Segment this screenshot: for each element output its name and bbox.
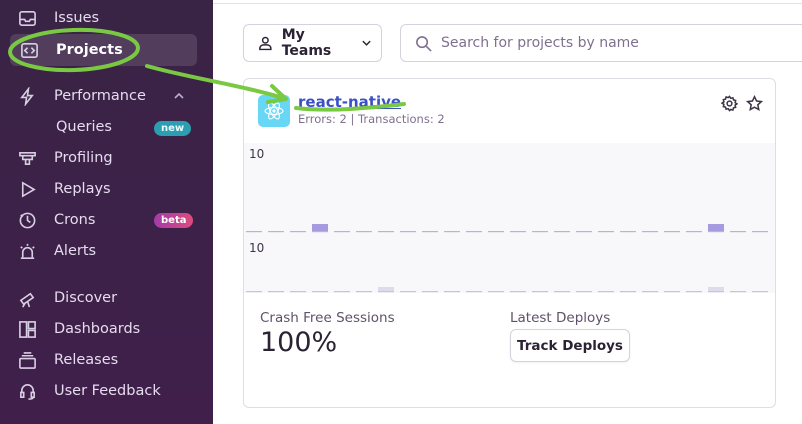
inbox-icon — [16, 7, 38, 29]
chart-baseline-segment — [598, 291, 614, 293]
siren-icon — [16, 240, 38, 262]
chart-baseline-segment — [642, 291, 658, 293]
sidebar-item-label: Releases — [54, 352, 119, 368]
errors-chart — [246, 224, 768, 233]
sidebar-item-label: User Feedback — [54, 383, 161, 399]
chevron-up-icon[interactable] — [172, 89, 186, 103]
sidebar-item-alerts[interactable]: Alerts — [16, 237, 96, 265]
gear-icon[interactable] — [721, 95, 738, 112]
track-deploys-button[interactable]: Track Deploys — [510, 329, 630, 362]
chart-baseline-segment — [664, 291, 680, 293]
clock-icon — [16, 209, 38, 231]
chart-baseline-segment — [532, 291, 548, 293]
chart-baseline-segment — [444, 291, 460, 293]
chart-bar — [708, 224, 724, 231]
project-card: react-native Errors: 2 | Transactions: 2… — [243, 78, 776, 408]
chart-baseline-segment — [554, 291, 570, 293]
crash-free-sessions-label: Crash Free Sessions — [260, 310, 395, 326]
chart-bar — [312, 224, 328, 231]
chart-baseline-segment — [510, 291, 526, 293]
stack-icon — [16, 349, 38, 371]
lightning-icon — [16, 85, 38, 107]
header-divider — [213, 0, 802, 4]
beta-badge: beta — [154, 213, 194, 228]
code-brackets-icon — [18, 39, 40, 61]
my-teams-label: My Teams — [281, 27, 332, 59]
sidebar: Issues Projects Performance Queries new … — [0, 0, 213, 424]
user-icon — [259, 36, 272, 51]
chart-baseline-segment — [466, 291, 482, 293]
project-stats: Errors: 2 | Transactions: 2 — [298, 112, 445, 126]
chart-baseline-segment — [422, 291, 438, 293]
chart-baseline-segment — [268, 291, 284, 293]
profiling-icon — [16, 147, 38, 169]
latest-deploys-label: Latest Deploys — [510, 310, 611, 326]
sidebar-item-label: Crons — [54, 212, 96, 228]
sidebar-item-performance[interactable]: Performance — [16, 82, 146, 110]
project-name-link[interactable]: react-native — [298, 93, 401, 111]
chart-baseline-segment — [246, 291, 262, 293]
react-logo-icon — [258, 95, 290, 127]
sidebar-item-label: Dashboards — [54, 321, 141, 337]
chart-baseline-segment — [708, 291, 724, 293]
chart-baseline-segment — [356, 291, 372, 293]
project-charts: 10 10 — [244, 143, 775, 293]
new-badge: new — [154, 121, 192, 136]
crash-free-sessions-value: 100% — [260, 327, 338, 358]
sidebar-item-label: Queries — [56, 119, 112, 135]
sidebar-item-label: Replays — [54, 181, 111, 197]
sidebar-item-profiling[interactable]: Profiling — [16, 144, 113, 172]
dashboard-icon — [16, 318, 38, 340]
star-icon[interactable] — [746, 95, 763, 112]
chart-baseline-segment — [488, 291, 504, 293]
chart-baseline-segment — [576, 291, 592, 293]
telescope-icon — [16, 287, 38, 309]
sidebar-item-issues[interactable]: Issues — [16, 4, 99, 32]
project-search-input[interactable]: Search for projects by name — [400, 24, 802, 62]
chevron-down-icon — [362, 40, 371, 46]
play-icon — [16, 178, 38, 200]
chart-baseline-segment — [400, 291, 416, 293]
chart-baseline-segment — [730, 291, 746, 293]
headset-icon — [16, 380, 38, 402]
sidebar-item-dashboards[interactable]: Dashboards — [16, 315, 140, 343]
search-icon — [416, 35, 432, 52]
sidebar-item-user-feedback[interactable]: User Feedback — [16, 377, 161, 405]
transactions-chart — [246, 287, 768, 293]
chart-bar — [708, 287, 724, 291]
sidebar-item-label: Discover — [54, 290, 118, 306]
chart-bar — [378, 287, 394, 291]
search-placeholder: Search for projects by name — [441, 35, 639, 51]
chart-baseline-segment — [752, 291, 768, 293]
sidebar-item-label: Projects — [56, 42, 123, 58]
sidebar-item-releases[interactable]: Releases — [16, 346, 118, 374]
sidebar-item-label: Performance — [54, 88, 146, 104]
sidebar-item-label: Alerts — [54, 243, 97, 259]
my-teams-dropdown[interactable]: My Teams — [243, 24, 382, 62]
chart-baseline-segment — [312, 291, 328, 293]
chart-baseline-segment — [290, 291, 306, 293]
chart-baseline-segment — [378, 291, 394, 293]
sidebar-item-replays[interactable]: Replays — [16, 175, 111, 203]
sidebar-item-queries[interactable]: Queries — [56, 115, 112, 139]
chart-baseline-segment — [686, 291, 702, 293]
sidebar-item-label: Issues — [54, 10, 100, 26]
sidebar-item-projects[interactable]: Projects — [10, 34, 197, 66]
sidebar-item-crons[interactable]: Crons — [16, 206, 95, 234]
sidebar-item-discover[interactable]: Discover — [16, 284, 117, 312]
chart-baseline-segment — [620, 291, 636, 293]
errors-chart-max-label: 10 — [249, 147, 265, 161]
chart-baseline-segment — [334, 291, 350, 293]
sidebar-item-label: Profiling — [54, 150, 113, 166]
